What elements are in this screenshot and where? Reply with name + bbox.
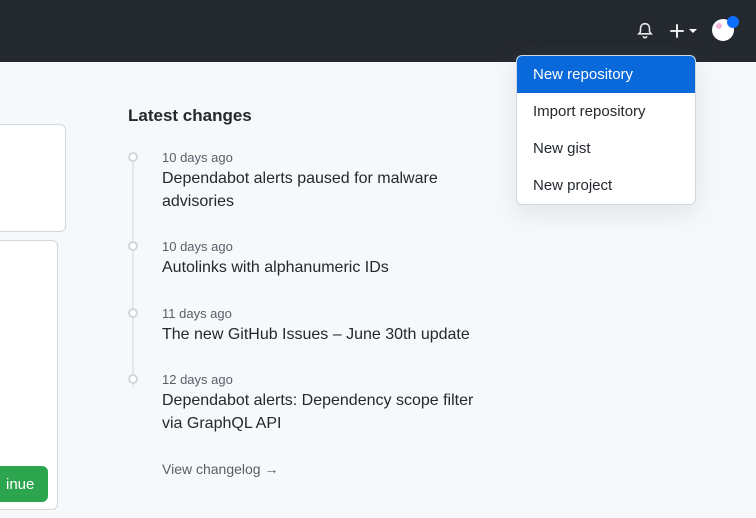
entry-time: 12 days ago <box>162 372 492 387</box>
create-new-button[interactable] <box>668 22 698 40</box>
timeline-dot-icon <box>128 152 138 162</box>
dropdown-item-import-repository[interactable]: Import repository <box>517 93 695 130</box>
status-dot <box>727 16 739 28</box>
timeline-dot-icon <box>128 374 138 384</box>
entry-time: 10 days ago <box>162 150 492 165</box>
topbar <box>0 0 756 62</box>
changelog-entry[interactable]: 10 days ago Autolinks with alphanumeric … <box>162 239 492 279</box>
entry-time: 10 days ago <box>162 239 492 254</box>
dropdown-item-new-project[interactable]: New project <box>517 167 695 204</box>
entry-title: The new GitHub Issues – June 30th update <box>162 323 492 346</box>
entry-title: Autolinks with alphanumeric IDs <box>162 256 492 279</box>
timeline-dot-icon <box>128 308 138 318</box>
timeline-dot-icon <box>128 241 138 251</box>
changelog-entry[interactable]: 10 days ago Dependabot alerts paused for… <box>162 150 492 213</box>
user-menu-button[interactable] <box>712 19 736 43</box>
dropdown-item-new-gist[interactable]: New gist <box>517 130 695 167</box>
notifications-button[interactable] <box>636 22 654 40</box>
bell-icon <box>636 22 654 40</box>
view-changelog-link[interactable]: View changelog → <box>162 461 756 477</box>
create-new-dropdown: New repository Import repository New gis… <box>516 55 696 205</box>
caret-down-icon <box>688 26 698 36</box>
dropdown-item-new-repository[interactable]: New repository <box>517 56 695 93</box>
entry-title: Dependabot alerts paused for malware adv… <box>162 167 492 213</box>
changelog-entry[interactable]: 11 days ago The new GitHub Issues – June… <box>162 306 492 346</box>
entry-time: 11 days ago <box>162 306 492 321</box>
changelog-entry[interactable]: 12 days ago Dependabot alerts: Dependenc… <box>162 372 492 435</box>
plus-icon <box>668 22 686 40</box>
entry-title: Dependabot alerts: Dependency scope filt… <box>162 389 492 435</box>
